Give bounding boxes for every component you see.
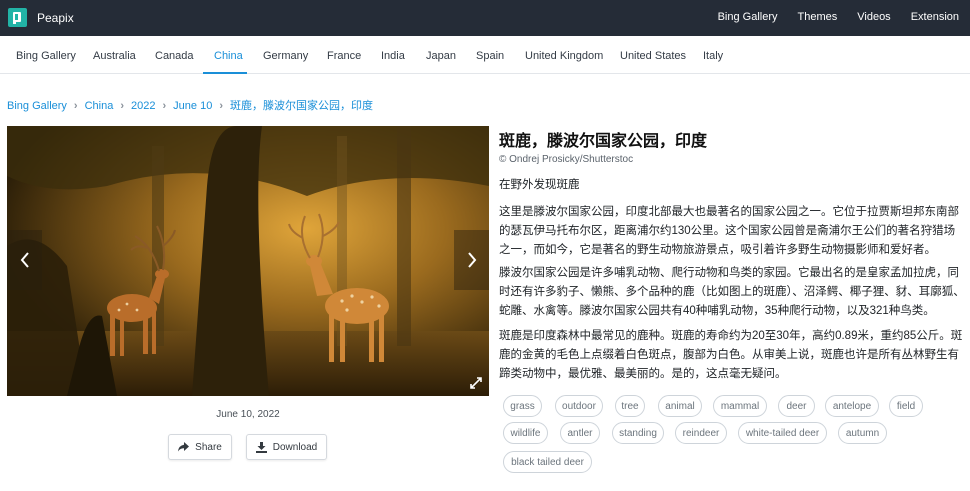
tag-antler[interactable]: antler (560, 422, 600, 444)
article-title: 斑鹿，滕波尔国家公园，印度 (499, 133, 708, 150)
tab-united-states[interactable]: United States (620, 50, 686, 62)
breadcrumb-separator: › (73, 100, 78, 112)
topnav-extension[interactable]: Extension (911, 11, 959, 23)
topnav-themes[interactable]: Themes (798, 11, 838, 23)
brand-name[interactable]: Peapix (37, 11, 74, 25)
tab-italy[interactable]: Italy (703, 50, 723, 62)
tab-india[interactable]: India (381, 50, 405, 62)
tab-china[interactable]: China (214, 50, 243, 62)
chevron-left-icon (20, 252, 29, 268)
breadcrumb-date[interactable]: June 10 (173, 100, 212, 112)
photo-date: June 10, 2022 (216, 409, 280, 420)
breadcrumb-separator: › (219, 100, 223, 112)
article-paragraph: 斑鹿是印度森林中最常见的鹿种。斑鹿的寿命约为20至30年，高约0.89米，重约8… (499, 330, 963, 380)
topnav-videos[interactable]: Videos (857, 11, 890, 23)
tag-reindeer[interactable]: reindeer (675, 422, 727, 444)
breadcrumb-bing-gallery[interactable]: Bing Gallery (7, 100, 67, 112)
article-subtitle: 在野外发现斑鹿 (499, 179, 580, 191)
top-nav-links: Bing Gallery Themes Videos Extension (698, 11, 959, 23)
tab-spain[interactable]: Spain (476, 50, 504, 62)
share-label: Share (195, 441, 222, 453)
next-image-button[interactable] (454, 230, 489, 290)
tab-canada[interactable]: Canada (155, 50, 194, 62)
tab-australia[interactable]: Australia (93, 50, 136, 62)
tag-field[interactable]: field (889, 395, 923, 417)
chevron-right-icon (467, 252, 476, 268)
country-tabs: Bing Gallery Australia Canada China Germ… (0, 36, 970, 74)
article-paragraph: 这里是滕波尔国家公园，印度北部最大也最著名的国家公园之一。它位于拉贾斯坦邦东南部… (499, 206, 959, 256)
breadcrumb: Bing Gallery › China › 2022 › June 10 › 斑鹿，滕波尔国家… (7, 97, 373, 113)
tab-japan[interactable]: Japan (426, 50, 456, 62)
topnav-bing-gallery[interactable]: Bing Gallery (718, 11, 778, 23)
tag-animal[interactable]: animal (658, 395, 702, 417)
article-paragraph: 滕波尔国家公园是许多哺乳动物、爬行动物和鸟类的家园。它最出名的是皇家孟加拉虎，同… (499, 267, 965, 317)
tag-deer[interactable]: deer (778, 395, 815, 417)
peapix-logo-icon[interactable] (8, 8, 27, 27)
tab-germany[interactable]: Germany (263, 50, 308, 62)
active-tab-indicator (203, 72, 247, 74)
deer-forest-image (7, 126, 489, 396)
breadcrumb-separator: › (162, 100, 167, 112)
tag-autumn[interactable]: autumn (838, 422, 887, 444)
top-navbar: Peapix Bing Gallery Themes Videos Extens… (0, 0, 970, 36)
tag-black-tailed-deer[interactable]: black tailed deer (503, 451, 592, 473)
tag-mammal[interactable]: mammal (713, 395, 767, 417)
previous-image-button[interactable] (7, 230, 42, 290)
breadcrumb-separator: › (120, 100, 125, 112)
download-icon (255, 441, 267, 453)
tag-tree[interactable]: tree (615, 395, 645, 417)
photo-credit: © Ondrej Prosicky/Shutterstoc (499, 154, 634, 165)
tag-antelope[interactable]: antelope (825, 395, 879, 417)
tab-france[interactable]: France (327, 50, 361, 62)
tab-bing-gallery[interactable]: Bing Gallery (16, 50, 76, 62)
share-button[interactable]: Share (168, 434, 232, 460)
expand-icon[interactable] (469, 376, 483, 390)
share-icon (178, 442, 190, 452)
tag-wildlife[interactable]: wildlife (503, 422, 548, 444)
wallpaper-photo[interactable] (7, 126, 489, 396)
breadcrumb-current: 斑鹿，滕波尔国家公园，印度 (230, 100, 373, 112)
download-label: Download (272, 441, 318, 453)
tab-united-kingdom[interactable]: United Kingdom (525, 50, 603, 62)
tag-outdoor[interactable]: outdoor (555, 395, 603, 417)
tag-white-tailed-deer[interactable]: white-tailed deer (738, 422, 827, 444)
breadcrumb-year[interactable]: 2022 (131, 100, 155, 112)
tag-grass[interactable]: grass (503, 395, 542, 417)
download-button[interactable]: Download (246, 434, 327, 460)
tag-standing[interactable]: standing (612, 422, 664, 444)
breadcrumb-china[interactable]: China (85, 100, 114, 112)
